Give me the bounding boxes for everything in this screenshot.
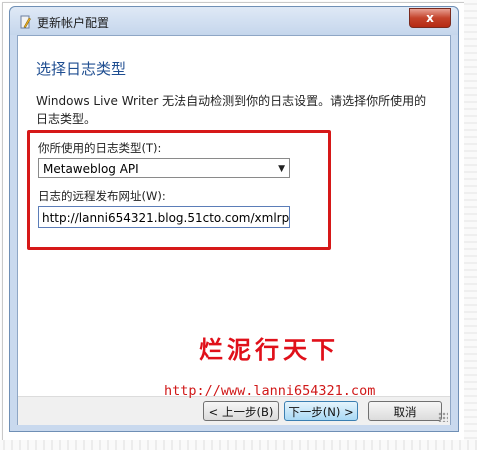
blog-type-selected-value: Metaweblog API (43, 162, 139, 176)
blog-type-label: 你所使用的日志类型(T): (38, 141, 162, 155)
page-description: Windows Live Writer 无法自动检测到你的日志设置。请选择你所使… (36, 94, 427, 126)
blog-type-select[interactable]: Metaweblog API ▼ (38, 158, 290, 178)
close-button[interactable]: x (409, 8, 451, 28)
next-button[interactable]: 下一步(N) > (284, 401, 358, 421)
page-heading: 选择日志类型 (36, 60, 127, 78)
torn-edge-bottom (0, 440, 477, 450)
dialog-body: 选择日志类型 Windows Live Writer 无法自动检测到你的日志设置… (17, 35, 451, 425)
back-button[interactable]: < 上一步(B) (203, 401, 279, 421)
watermark-text: 烂泥行天下 (199, 335, 339, 364)
cancel-button[interactable]: 取消 (368, 401, 442, 421)
wlw-app-icon (18, 14, 32, 29)
dialog-footer: < 上一步(B) 下一步(N) > 取消 (18, 396, 450, 425)
title-bar[interactable]: 更新帐户配置 x (10, 7, 458, 35)
close-icon: x (426, 11, 434, 25)
dialog-window: 更新帐户配置 x 选择日志类型 Windows Live Writer 无法自动… (9, 6, 459, 432)
resize-grip[interactable] (438, 412, 448, 422)
dropdown-arrow-icon[interactable]: ▼ (278, 159, 285, 179)
watermark-url: http://www.lanni654321.com (164, 383, 376, 399)
torn-edge-right (464, 0, 477, 450)
window-title: 更新帐户配置 (37, 16, 110, 30)
remote-url-label: 日志的远程发布网址(W): (38, 189, 166, 203)
remote-url-value: http://lanni654321.blog.51cto.com/xmlrpc… (42, 211, 290, 225)
remote-url-input[interactable]: http://lanni654321.blog.51cto.com/xmlrpc… (38, 206, 290, 228)
